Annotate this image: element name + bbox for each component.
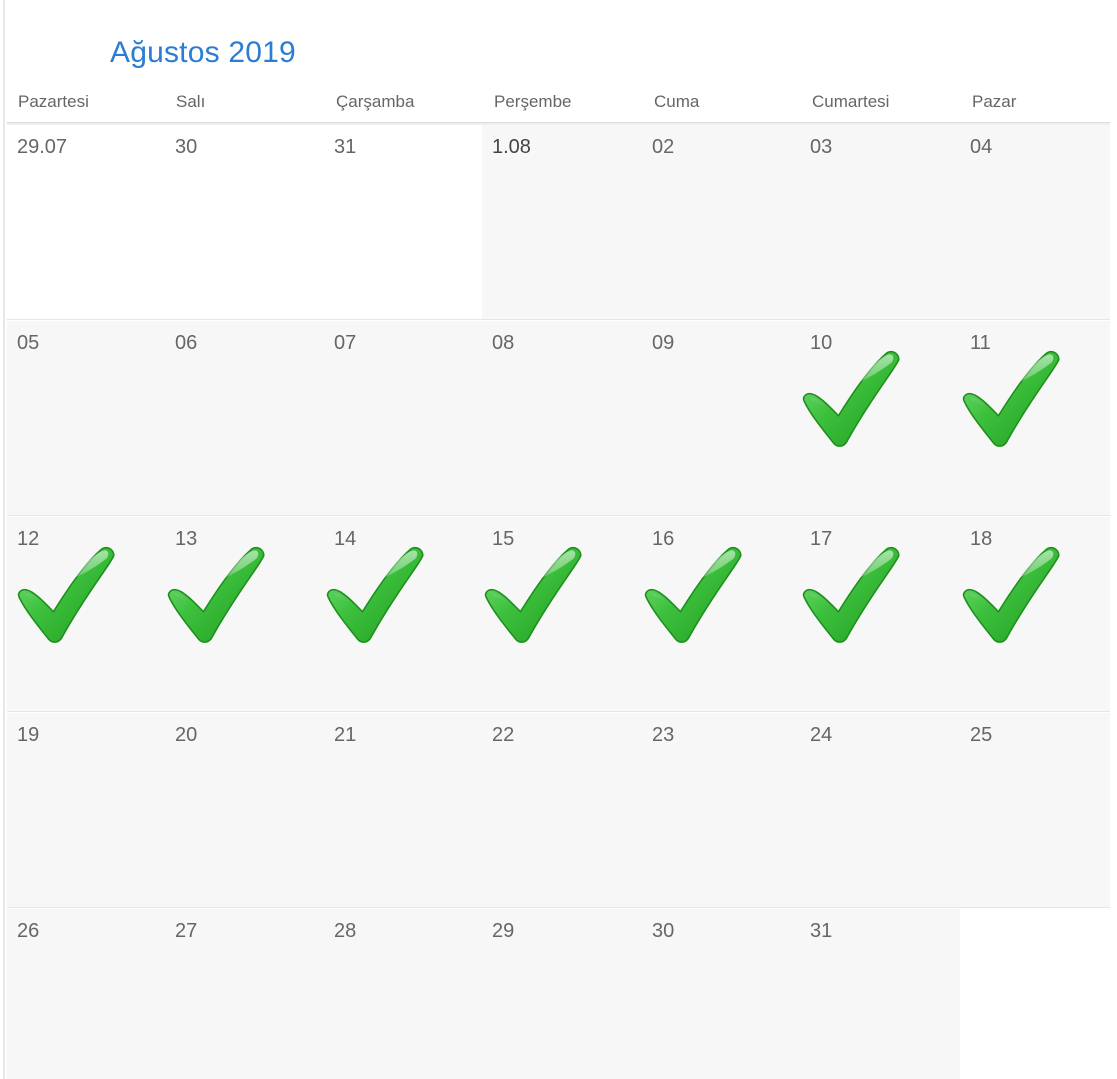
day-cell[interactable]: 03 xyxy=(800,125,960,319)
day-cell[interactable]: 09 xyxy=(642,321,800,515)
day-number: 23 xyxy=(652,724,675,746)
day-number: 09 xyxy=(652,332,675,354)
left-border xyxy=(3,0,5,1079)
day-cell[interactable]: 29.07 xyxy=(7,125,165,319)
calendar-grid: 29.07 30 31 1.08 02 03 04 05 06 07 08 09 10 11 12 13 14 1… xyxy=(7,125,1110,1079)
day-cell[interactable]: 04 xyxy=(960,125,1110,319)
day-number: 30 xyxy=(652,920,675,942)
day-number: 19 xyxy=(17,724,40,746)
day-cell[interactable]: 11 xyxy=(960,321,1110,515)
day-cell[interactable]: 29 xyxy=(482,909,642,1079)
day-cell[interactable]: 26 xyxy=(7,909,165,1079)
day-cell[interactable]: 22 xyxy=(482,713,642,907)
week-divider xyxy=(7,711,1110,712)
green-checkmark-icon xyxy=(800,346,904,450)
weekday-monday: Pazartesi xyxy=(18,92,89,111)
day-number: 31 xyxy=(810,920,833,942)
day-number: 03 xyxy=(810,136,833,158)
weekday-thursday: Perşembe xyxy=(494,92,572,111)
day-cell[interactable]: 12 xyxy=(7,517,165,711)
day-cell[interactable]: 23 xyxy=(642,713,800,907)
day-cell[interactable]: 24 xyxy=(800,713,960,907)
day-cell[interactable]: 10 xyxy=(800,321,960,515)
day-number: 29.07 xyxy=(17,136,68,158)
day-cell[interactable]: 18 xyxy=(960,517,1110,711)
day-number: 26 xyxy=(17,920,40,942)
day-number: 05 xyxy=(17,332,40,354)
calendar-week: 05 06 07 08 09 10 11 xyxy=(7,321,1110,515)
weekday-tuesday: Salı xyxy=(176,92,206,111)
green-checkmark-icon xyxy=(324,542,428,646)
day-cell[interactable]: 1.08 xyxy=(482,125,642,319)
green-checkmark-icon xyxy=(165,542,269,646)
calendar-week: 12 13 14 15 16 17 18 xyxy=(7,517,1110,711)
day-cell[interactable]: 07 xyxy=(324,321,482,515)
day-number: 28 xyxy=(334,920,357,942)
day-cell[interactable]: 15 xyxy=(482,517,642,711)
weekday-sunday: Pazar xyxy=(972,92,1017,111)
weekday-saturday: Cumartesi xyxy=(812,92,890,111)
day-cell[interactable]: 02 xyxy=(642,125,800,319)
week-divider xyxy=(7,515,1110,516)
day-number: 20 xyxy=(175,724,198,746)
day-cell[interactable]: 21 xyxy=(324,713,482,907)
day-number: 25 xyxy=(970,724,993,746)
day-cell[interactable]: 30 xyxy=(642,909,800,1079)
day-number: 29 xyxy=(492,920,515,942)
day-number: 06 xyxy=(175,332,198,354)
day-cell[interactable]: 25 xyxy=(960,713,1110,907)
green-checkmark-icon xyxy=(960,542,1064,646)
day-number: 30 xyxy=(175,136,198,158)
green-checkmark-icon xyxy=(15,542,119,646)
day-number: 07 xyxy=(334,332,357,354)
day-cell[interactable]: 06 xyxy=(165,321,324,515)
day-number: 31 xyxy=(334,136,357,158)
day-number: 04 xyxy=(970,136,993,158)
day-number: 1.08 xyxy=(492,136,531,158)
empty-day-cell xyxy=(960,909,1110,1079)
day-cell[interactable]: 30 xyxy=(165,125,324,319)
month-title: Ağustos 2019 xyxy=(110,36,296,69)
day-number: 22 xyxy=(492,724,515,746)
day-cell[interactable]: 14 xyxy=(324,517,482,711)
day-number: 27 xyxy=(175,920,198,942)
day-number: 24 xyxy=(810,724,833,746)
day-cell[interactable]: 17 xyxy=(800,517,960,711)
day-cell[interactable]: 27 xyxy=(165,909,324,1079)
calendar-week: 29.07 30 31 1.08 02 03 04 xyxy=(7,125,1110,319)
day-cell[interactable]: 31 xyxy=(800,909,960,1079)
weekday-header: Pazartesi Salı Çarşamba Perşembe Cuma Cu… xyxy=(7,88,1110,122)
calendar-week: 19 20 21 22 23 24 25 xyxy=(7,713,1110,907)
day-cell[interactable]: 16 xyxy=(642,517,800,711)
day-cell[interactable]: 19 xyxy=(7,713,165,907)
green-checkmark-icon xyxy=(960,346,1064,450)
calendar-week: 26 27 28 29 30 31 xyxy=(7,909,1110,1079)
green-checkmark-icon xyxy=(482,542,586,646)
day-number: 21 xyxy=(334,724,357,746)
weekday-wednesday: Çarşamba xyxy=(336,92,415,111)
day-number: 02 xyxy=(652,136,675,158)
green-checkmark-icon xyxy=(642,542,746,646)
day-cell[interactable]: 20 xyxy=(165,713,324,907)
day-number: 08 xyxy=(492,332,515,354)
day-cell[interactable]: 31 xyxy=(324,125,482,319)
green-checkmark-icon xyxy=(800,542,904,646)
week-divider xyxy=(7,907,1110,908)
week-divider xyxy=(7,319,1110,320)
day-cell[interactable]: 13 xyxy=(165,517,324,711)
day-cell[interactable]: 05 xyxy=(7,321,165,515)
weekday-friday: Cuma xyxy=(654,92,700,111)
day-cell[interactable]: 28 xyxy=(324,909,482,1079)
day-cell[interactable]: 08 xyxy=(482,321,642,515)
